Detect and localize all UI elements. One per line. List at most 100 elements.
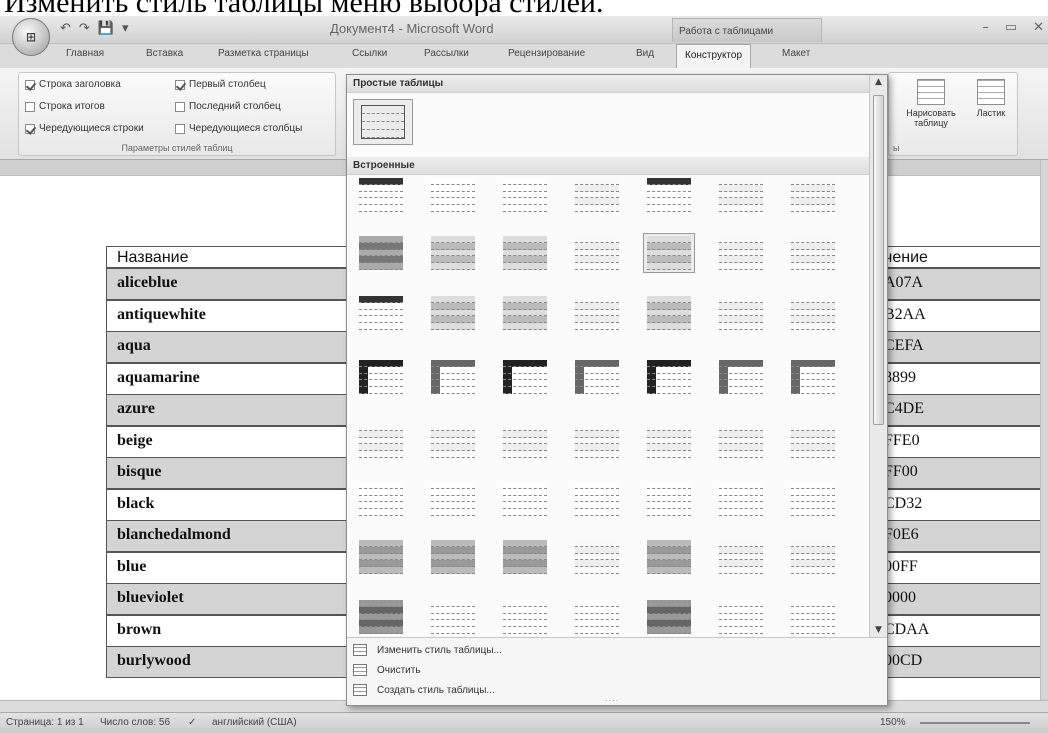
zoom-slider[interactable] xyxy=(920,722,1030,724)
table-style-thumbnail[interactable] xyxy=(787,293,839,333)
table-style-thumbnail[interactable] xyxy=(499,233,551,273)
scroll-down-icon[interactable]: ▼ xyxy=(875,625,882,635)
tab-page-layout[interactable]: Разметка страницы xyxy=(218,48,309,59)
scroll-thumb[interactable] xyxy=(873,95,884,425)
table-style-thumbnail[interactable] xyxy=(571,175,623,215)
table-style-thumbnail[interactable] xyxy=(571,293,623,333)
tab-mailings[interactable]: Рассылки xyxy=(424,48,469,59)
maximize-icon[interactable]: ▭ xyxy=(1005,20,1017,35)
table-style-thumbnail[interactable] xyxy=(427,293,479,333)
table-style-thumbnail[interactable] xyxy=(571,479,623,519)
modify-style-icon xyxy=(353,644,367,656)
table-style-thumbnail[interactable] xyxy=(355,357,407,397)
table-style-thumbnail[interactable] xyxy=(787,175,839,215)
scroll-up-icon[interactable]: ▲ xyxy=(875,77,882,87)
tab-home[interactable]: Главная xyxy=(66,48,104,59)
customize-qat-icon[interactable]: ▾ xyxy=(122,21,129,36)
table-style-thumbnail[interactable] xyxy=(571,537,623,577)
table-style-thumbnail[interactable] xyxy=(787,421,839,461)
last-column-checkbox[interactable]: Последний столбец xyxy=(175,101,281,112)
table-style-thumbnail[interactable] xyxy=(355,421,407,461)
table-style-thumbnail[interactable] xyxy=(643,357,695,397)
table-style-thumbnail[interactable] xyxy=(427,421,479,461)
save-icon[interactable]: 💾 xyxy=(98,21,114,36)
table-style-thumbnail[interactable] xyxy=(427,233,479,273)
table-style-thumbnail[interactable] xyxy=(787,233,839,273)
table-grid-style[interactable] xyxy=(353,99,413,145)
minimize-icon[interactable]: – xyxy=(982,20,989,35)
table-style-thumbnail[interactable] xyxy=(499,597,551,637)
eraser-button[interactable]: Ластик xyxy=(969,79,1013,118)
tab-insert[interactable]: Вставка xyxy=(146,48,183,59)
table-style-thumbnail[interactable] xyxy=(571,597,623,637)
tab-view[interactable]: Вид xyxy=(636,48,654,59)
vertical-scrollbar[interactable] xyxy=(1040,160,1048,700)
table-style-thumbnail[interactable] xyxy=(643,537,695,577)
table-style-thumbnail[interactable] xyxy=(715,597,767,637)
table-style-thumbnail[interactable] xyxy=(427,537,479,577)
table-style-thumbnail[interactable] xyxy=(643,597,695,637)
tab-references[interactable]: Ссылки xyxy=(352,48,387,59)
modify-table-style-item[interactable]: Изменить стиль таблицы... xyxy=(353,644,502,656)
table-style-thumbnail[interactable] xyxy=(499,175,551,215)
table-style-thumbnail[interactable] xyxy=(355,597,407,637)
zoom-level[interactable]: 150% xyxy=(880,717,906,728)
resize-grip-icon[interactable]: .... xyxy=(605,694,619,703)
banded-rows-checkbox[interactable]: Чередующиеся строки xyxy=(25,123,144,134)
table-style-thumbnail[interactable] xyxy=(643,479,695,519)
gallery-scrollbar[interactable]: ▲ ▼ xyxy=(869,75,887,637)
table-style-thumbnail[interactable] xyxy=(715,233,767,273)
table-style-thumbnail[interactable] xyxy=(355,233,407,273)
table-style-thumbnail[interactable] xyxy=(715,293,767,333)
redo-icon[interactable]: ↷ xyxy=(79,21,90,36)
table-style-thumbnail[interactable] xyxy=(427,175,479,215)
table-style-thumbnail[interactable] xyxy=(715,175,767,215)
table-style-icon xyxy=(431,296,475,330)
table-style-thumbnail[interactable] xyxy=(355,293,407,333)
table-style-thumbnail[interactable] xyxy=(427,597,479,637)
office-button[interactable]: ⊞ xyxy=(12,18,50,56)
close-icon[interactable]: ✕ xyxy=(1033,20,1044,35)
table-style-thumbnail[interactable] xyxy=(427,479,479,519)
banded-columns-checkbox[interactable]: Чередующиеся столбцы xyxy=(175,123,302,134)
spellcheck-icon[interactable]: ✓ xyxy=(188,717,196,728)
table-style-thumbnail[interactable] xyxy=(787,597,839,637)
table-style-thumbnail[interactable] xyxy=(715,537,767,577)
table-style-thumbnail[interactable] xyxy=(643,293,695,333)
table-style-thumbnail[interactable] xyxy=(715,421,767,461)
table-style-thumbnail[interactable] xyxy=(643,233,695,273)
table-style-thumbnail[interactable] xyxy=(499,293,551,333)
table-style-thumbnail[interactable] xyxy=(355,537,407,577)
undo-icon[interactable]: ↶ xyxy=(60,21,71,36)
table-style-thumbnail[interactable] xyxy=(499,479,551,519)
total-row-checkbox[interactable]: Строка итогов xyxy=(25,101,105,112)
language-indicator[interactable]: английский (США) xyxy=(212,717,297,728)
table-style-thumbnail[interactable] xyxy=(499,537,551,577)
draw-table-button[interactable]: Нарисовать таблицу xyxy=(901,79,961,128)
table-style-thumbnail[interactable] xyxy=(571,421,623,461)
table-style-thumbnail[interactable] xyxy=(355,175,407,215)
table-style-thumbnail[interactable] xyxy=(643,175,695,215)
first-column-checkbox[interactable]: Первый столбец xyxy=(175,79,266,90)
table-style-thumbnail[interactable] xyxy=(499,421,551,461)
table-style-thumbnail[interactable] xyxy=(787,357,839,397)
word-count[interactable]: Число слов: 56 xyxy=(100,717,170,728)
clear-item[interactable]: Очистить xyxy=(353,664,421,676)
table-style-thumbnail[interactable] xyxy=(499,357,551,397)
page-count[interactable]: Страница: 1 из 1 xyxy=(6,717,84,728)
table-style-thumbnail[interactable] xyxy=(643,421,695,461)
cell-name: azure xyxy=(117,400,155,417)
table-style-thumbnail[interactable] xyxy=(427,357,479,397)
tab-design[interactable]: Конструктор xyxy=(676,44,752,68)
header-row-checkbox[interactable]: Строка заголовка xyxy=(25,79,121,90)
tab-layout[interactable]: Макет xyxy=(782,48,810,59)
table-style-thumbnail[interactable] xyxy=(571,233,623,273)
new-table-style-item[interactable]: Создать стиль таблицы... xyxy=(353,684,495,696)
table-style-thumbnail[interactable] xyxy=(571,357,623,397)
table-style-thumbnail[interactable] xyxy=(787,537,839,577)
table-style-thumbnail[interactable] xyxy=(715,357,767,397)
table-style-thumbnail[interactable] xyxy=(715,479,767,519)
table-style-thumbnail[interactable] xyxy=(787,479,839,519)
table-style-thumbnail[interactable] xyxy=(355,479,407,519)
tab-review[interactable]: Рецензирование xyxy=(508,48,585,59)
